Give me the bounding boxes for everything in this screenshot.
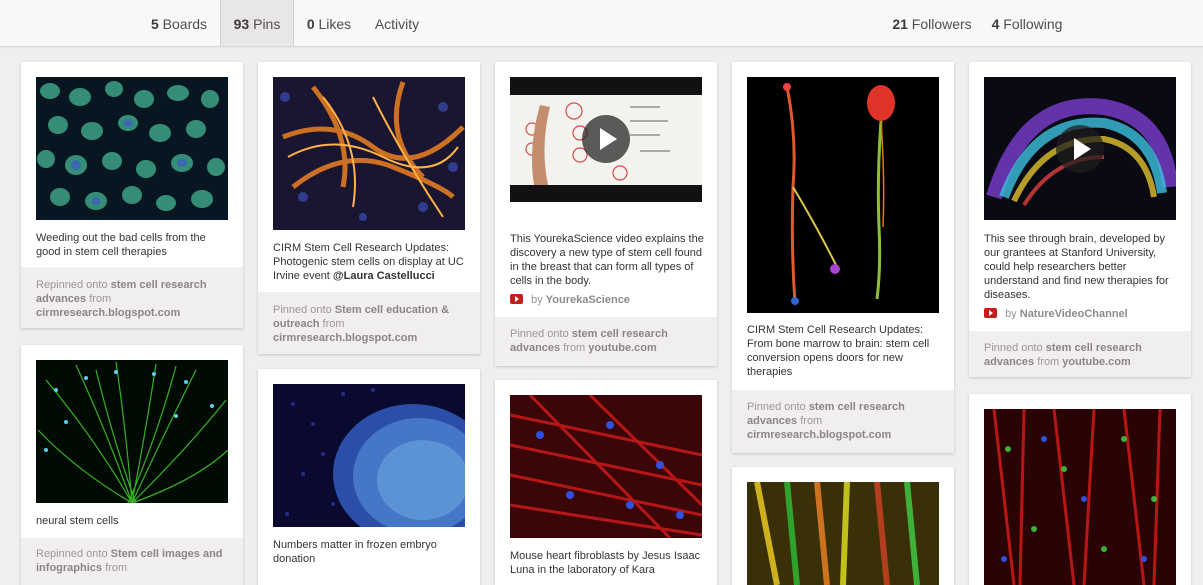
from-label: from	[89, 293, 112, 305]
pin-card[interactable]: Numbers matter in frozen embryo donation	[258, 369, 480, 585]
pin-card[interactable]: neural stem cells Repinned onto Stem cel…	[21, 345, 243, 585]
video-play-icon[interactable]	[1056, 125, 1104, 173]
pin-action: Pinned onto	[510, 328, 569, 340]
pin-image[interactable]	[36, 77, 228, 220]
boards-label: Boards	[162, 16, 208, 32]
by-label: by	[1005, 308, 1017, 320]
pin-description: CIRM Stem Cell Research Updates: Photoge…	[273, 241, 467, 283]
from-label: from	[800, 415, 823, 427]
pin-footer: Pinned onto stem cell research advances …	[969, 331, 1191, 377]
pin-description: This see through brain, developed by our…	[984, 233, 1169, 301]
pin-action: Pinned onto	[984, 342, 1043, 354]
youtube-icon	[984, 308, 997, 318]
tab-pins[interactable]: 93 Pins	[220, 0, 294, 46]
mention-link[interactable]: @Laura Castellucci	[333, 270, 435, 282]
by-label: by	[531, 294, 543, 306]
followers-count: 21	[892, 16, 908, 32]
from-label: from	[105, 562, 128, 574]
pin-image[interactable]	[747, 482, 939, 585]
pin-card[interactable]: CIRM Stem Cell Research Updates: From bo…	[732, 62, 954, 453]
from-label: from	[563, 342, 586, 354]
tab-likes[interactable]: 0 Likes	[294, 0, 364, 46]
following-label: Following	[1003, 16, 1063, 32]
from-label: from	[322, 318, 345, 330]
pin-image[interactable]	[36, 360, 228, 503]
pin-card[interactable]: This YourekaScience video explains the d…	[495, 62, 717, 366]
pin-description: Numbers matter in frozen embryo donation	[273, 539, 437, 565]
boards-count: 5	[150, 16, 159, 32]
tab-activity[interactable]: Activity	[364, 0, 430, 46]
pins-label: Pins	[253, 16, 281, 32]
pin-description: neural stem cells	[36, 515, 119, 527]
tab-followers[interactable]: 21 Followers	[884, 0, 980, 46]
pin-image[interactable]	[984, 77, 1176, 220]
pin-card[interactable]: This see through brain, developed by our…	[969, 62, 1191, 377]
pin-image[interactable]	[510, 395, 702, 538]
tab-following[interactable]: 4 Following	[984, 0, 1070, 46]
pin-footer: Pinned onto Stem cell education & outrea…	[258, 292, 480, 354]
pin-footer: Pinned onto stem cell research advances …	[495, 317, 717, 366]
pin-card[interactable]	[732, 467, 954, 585]
activity-label: Activity	[374, 16, 420, 32]
likes-label: Likes	[318, 16, 352, 32]
likes-count: 0	[306, 16, 315, 32]
pin-card[interactable]: CIRM Stem Cell Research Updates: Photoge…	[258, 62, 480, 354]
pins-count: 93	[233, 16, 250, 32]
pin-description: This YourekaScience video explains the d…	[510, 233, 704, 287]
credit-link[interactable]: YourekaScience	[546, 294, 630, 306]
video-play-icon[interactable]	[582, 115, 630, 163]
pin-credit: by YourekaScience	[510, 294, 630, 306]
source-link[interactable]: cirmresearch.blogspot.com	[747, 429, 891, 441]
pin-footer: Repinned onto Stem cell images and infog…	[21, 538, 243, 585]
source-link[interactable]: youtube.com	[588, 342, 656, 354]
source-link[interactable]: cirmresearch.blogspot.com	[273, 332, 417, 344]
pin-image[interactable]	[273, 384, 465, 527]
pin-image[interactable]	[510, 77, 702, 202]
pin-image[interactable]	[273, 77, 465, 230]
youtube-icon	[510, 294, 523, 304]
pin-action: Repinned onto	[36, 548, 108, 560]
pin-description: Mouse heart fibroblasts by Jesus Isaac L…	[510, 550, 701, 576]
from-label: from	[1037, 356, 1060, 368]
pin-image[interactable]	[984, 409, 1176, 585]
pin-card[interactable]: Weeding out the bad cells from the good …	[21, 62, 243, 328]
tab-boards[interactable]: 5 Boards	[138, 0, 220, 46]
profile-nav-bar: 5 Boards 93 Pins 0 Likes Activity 21 Fol…	[0, 0, 1203, 47]
following-count: 4	[991, 16, 1000, 32]
pin-credit: by NatureVideoChannel	[984, 308, 1128, 320]
pin-action: Repinned onto	[36, 279, 108, 291]
pin-description: CIRM Stem Cell Research Updates: From bo…	[747, 324, 930, 378]
pin-card[interactable]	[969, 394, 1191, 585]
pin-image[interactable]	[747, 77, 939, 313]
pin-footer: Pinned onto stem cell research advances …	[732, 390, 954, 453]
credit-link[interactable]: NatureVideoChannel	[1020, 308, 1128, 320]
pin-action: Pinned onto	[273, 304, 332, 316]
pin-description: Weeding out the bad cells from the good …	[36, 232, 206, 258]
pin-footer: Repinned onto stem cell research advance…	[21, 267, 243, 328]
followers-label: Followers	[911, 16, 972, 32]
pin-card[interactable]: Mouse heart fibroblasts by Jesus Isaac L…	[495, 380, 717, 585]
pin-action: Pinned onto	[747, 401, 806, 413]
source-link[interactable]: youtube.com	[1062, 356, 1130, 368]
source-link[interactable]: cirmresearch.blogspot.com	[36, 307, 180, 319]
